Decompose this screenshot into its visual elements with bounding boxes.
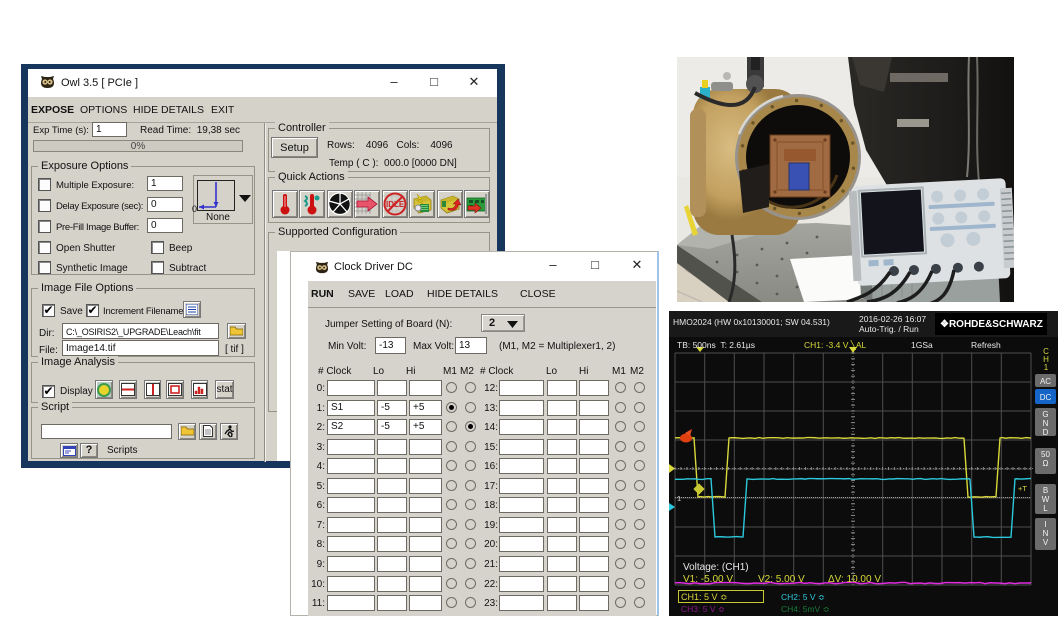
svg-text:1: 1 xyxy=(677,494,681,503)
svg-text:+T: +T xyxy=(1018,484,1027,493)
